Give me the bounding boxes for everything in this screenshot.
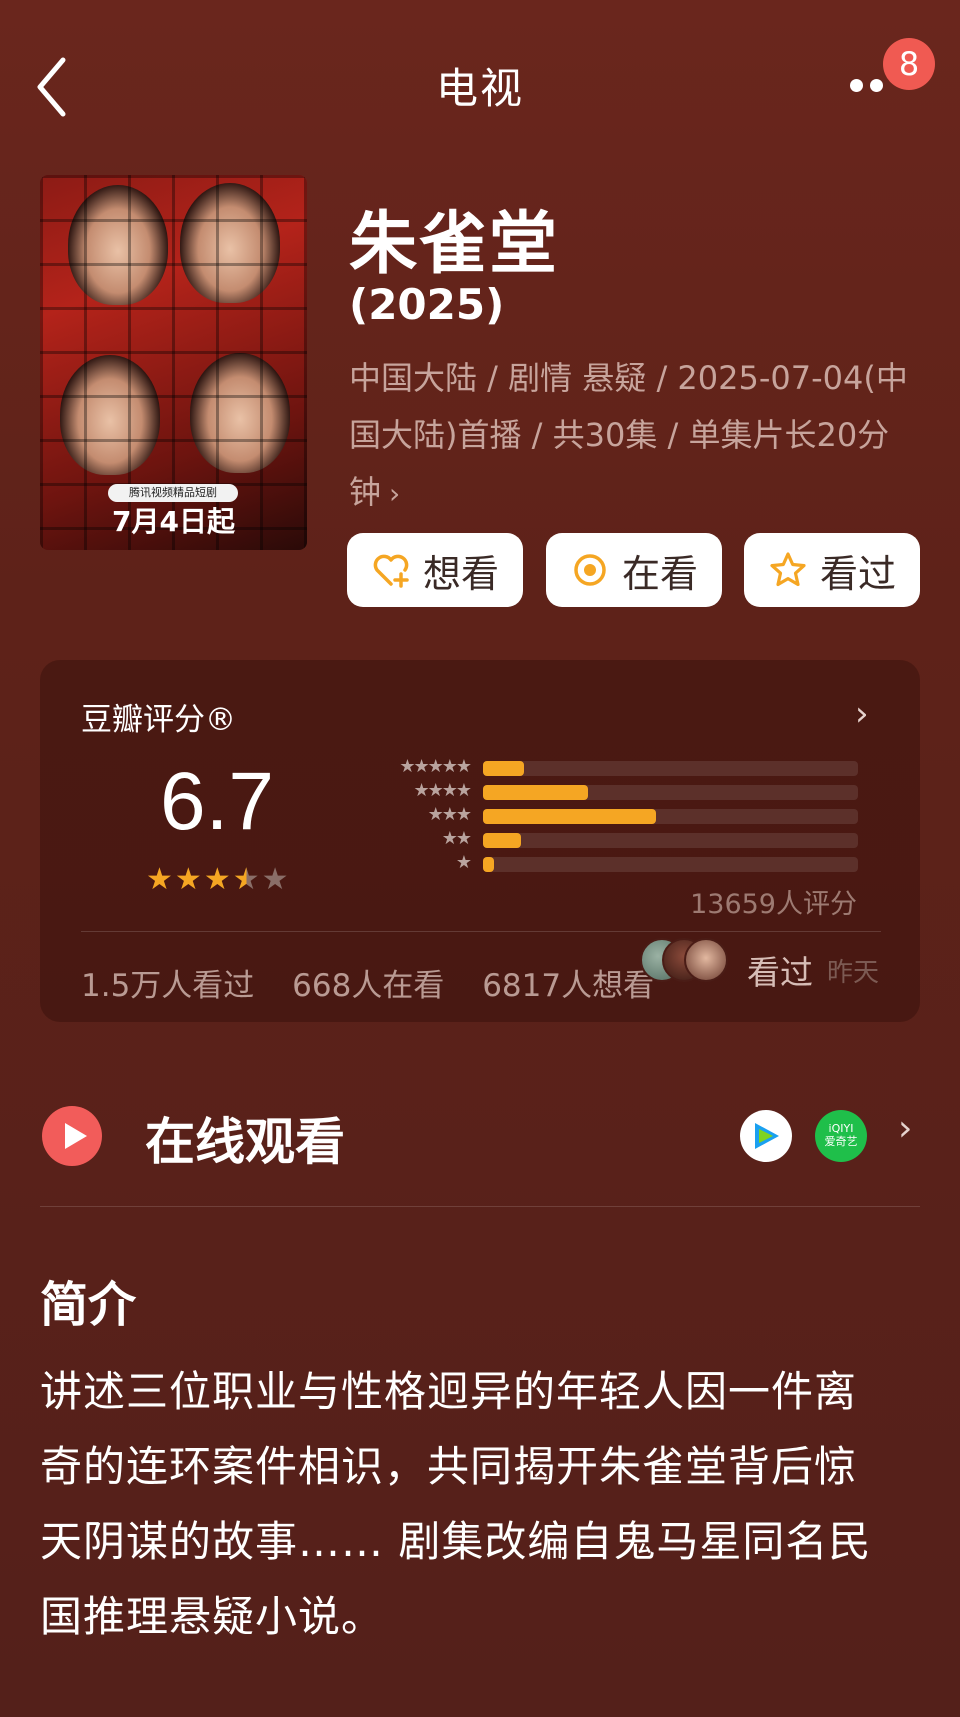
avatar	[684, 938, 728, 982]
show-meta[interactable]: 中国大陆 / 剧情 悬疑 / 2025-07-04(中 国大陆)首播 / 共30…	[349, 350, 929, 522]
rating-star-icon: ★	[203, 862, 231, 897]
distribution-stars: ★★★	[427, 804, 472, 825]
intro-line: 天阴谋的故事…… 剧集改编自鬼马星同名民	[40, 1517, 872, 1566]
notification-badge[interactable]: 8	[883, 38, 935, 90]
watch-online-row[interactable]: 在线观看 iQIYI 爱奇艺 ›	[40, 1100, 920, 1180]
friend-status: 看过	[747, 953, 813, 992]
show-title: 朱雀堂	[349, 205, 560, 284]
distribution-track	[483, 809, 858, 824]
distribution-track	[483, 857, 858, 872]
rating-distribution-row: ★★★★	[320, 780, 860, 802]
distribution-bar	[483, 857, 495, 872]
intro-line: 讲述三位职业与性格迥异的年轻人因一件离	[40, 1367, 858, 1416]
watching-count[interactable]: 668人在看	[292, 968, 444, 1004]
rating-distribution-row: ★★★★★	[320, 756, 860, 778]
distribution-track	[483, 761, 858, 776]
friend-avatars[interactable]	[640, 938, 740, 982]
watching-button[interactable]: 在看	[546, 533, 722, 607]
douban-rating-card[interactable]: 豆瓣评分® › 6.7 ★ ★ ★ ★ ★ ★★★★★ ★★★★ ★★★ ★★ ★ 13…	[40, 660, 920, 1022]
intro-line: 奇的连环案件相识，共同揭开朱雀堂背后惊	[40, 1442, 858, 1491]
friend-time: 昨天	[827, 958, 880, 988]
top-nav-bar: 电视 8	[0, 0, 960, 170]
watching-label: 在看	[621, 551, 698, 596]
star-outline-icon	[770, 552, 806, 587]
rating-distribution-row: ★★★	[320, 804, 860, 826]
watched-label: 看过	[819, 551, 896, 596]
rating-star-icon: ★	[261, 862, 289, 897]
want-to-watch-label: 想看	[422, 551, 499, 596]
rating-distribution-row: ★★	[320, 828, 860, 850]
page-title: 电视	[435, 64, 524, 113]
heart-plus-icon	[373, 554, 409, 588]
more-dot-icon	[850, 79, 863, 92]
more-dot-icon	[870, 79, 883, 92]
distribution-stars: ★	[455, 852, 472, 873]
distribution-bar	[483, 833, 521, 848]
watch-stats: 1.5万人看过 668人在看 6817人想看	[81, 960, 682, 1005]
meta-line: 中国大陆 / 剧情 悬疑 / 2025-07-04(中	[349, 359, 908, 397]
rating-label: 豆瓣评分®	[81, 702, 236, 738]
divider	[40, 1206, 920, 1207]
seen-count[interactable]: 1.5万人看过	[81, 968, 254, 1004]
target-icon	[574, 554, 606, 586]
watched-button[interactable]: 看过	[744, 533, 920, 607]
vote-count: 13659人评分	[690, 889, 857, 920]
chevron-right-icon: ›	[389, 477, 401, 510]
rating-score: 6.7	[160, 756, 274, 847]
meta-line: 钟 ›	[349, 464, 929, 522]
divider	[81, 931, 881, 932]
tencent-video-icon[interactable]	[740, 1110, 792, 1162]
play-icon	[42, 1106, 102, 1166]
distribution-bar	[483, 761, 525, 776]
distribution-stars: ★★★★	[413, 780, 472, 801]
rating-stars: ★ ★ ★ ★ ★	[146, 865, 289, 895]
distribution-track	[483, 833, 858, 848]
iqiyi-icon[interactable]: iQIYI 爱奇艺	[815, 1110, 867, 1162]
meta-line-text: 钟	[349, 473, 382, 511]
meta-line: 国大陆)首播 / 共30集 / 单集片长20分	[349, 416, 890, 454]
distribution-stars: ★★★★★	[399, 756, 472, 777]
rating-distribution-row: ★	[320, 852, 860, 874]
poster-image[interactable]: 腾讯视频精品短剧 7月4日起	[40, 175, 307, 550]
rating-star-icon: ★	[232, 862, 260, 897]
distribution-track	[483, 785, 858, 800]
chevron-right-icon[interactable]: ›	[855, 694, 869, 734]
distribution-bar	[483, 809, 656, 824]
iqiyi-label-bottom: 爱奇艺	[824, 1135, 858, 1148]
distribution-stars: ★★	[441, 828, 472, 849]
tencent-video-logo	[755, 1123, 779, 1149]
show-year: (2025)	[349, 280, 505, 329]
want-count[interactable]: 6817人想看	[482, 968, 654, 1004]
intro-body: 讲述三位职业与性格迥异的年轻人因一件离 奇的连环案件相识，共同揭开朱雀堂背后惊 …	[40, 1354, 930, 1654]
intro-title: 简介	[40, 1277, 137, 1333]
poster-date: 7月4日起	[112, 505, 235, 538]
want-to-watch-button[interactable]: 想看	[347, 533, 523, 607]
distribution-bar	[483, 785, 588, 800]
iqiyi-label-top: iQIYI	[828, 1122, 854, 1135]
watch-online-title: 在线观看	[145, 1113, 345, 1171]
rating-star-icon: ★	[174, 862, 202, 897]
chevron-right-icon[interactable]: ›	[898, 1108, 912, 1149]
rating-star-icon: ★	[146, 862, 173, 897]
intro-line: 国推理悬疑小说。	[40, 1592, 385, 1641]
